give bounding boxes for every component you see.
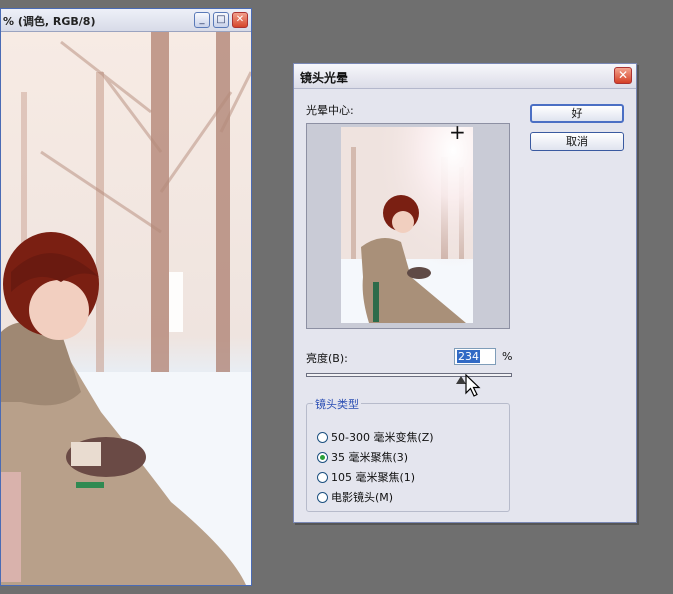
lens-option-label: 电影镜头(M) — [331, 491, 394, 504]
document-canvas-photo[interactable] — [1, 32, 251, 585]
radio-button-checked[interactable] — [317, 452, 328, 463]
brightness-unit: % — [502, 350, 513, 363]
lens-option-105mm-prime[interactable]: 105 毫米聚焦(1) — [317, 469, 415, 485]
cancel-button[interactable]: 取消 — [530, 132, 624, 151]
dialog-titlebar[interactable]: 镜头光晕 ✕ — [294, 64, 636, 89]
document-titlebar[interactable]: % (调色, RGB/8) _ □ ✕ — [1, 9, 251, 32]
close-button[interactable]: ✕ — [232, 12, 248, 28]
minimize-button[interactable]: _ — [194, 12, 210, 28]
flare-preview[interactable]: + — [306, 120, 510, 329]
lens-option-label: 50-300 毫米变焦(Z) — [331, 431, 434, 444]
document-title: % (调色, RGB/8) — [3, 15, 96, 28]
photo-girl-in-snow — [1, 32, 251, 585]
preview-photo — [341, 127, 473, 323]
radio-button[interactable] — [317, 432, 328, 443]
radio-button[interactable] — [317, 492, 328, 503]
lens-flare-dialog: 镜头光晕 ✕ 光晕中心: + 好 取消 亮度(B): 234 % 镜头类型 50… — [293, 63, 637, 523]
maximize-button[interactable]: □ — [213, 12, 229, 28]
brightness-input[interactable]: 234 — [454, 348, 496, 365]
lens-option-label: 35 毫米聚焦(3) — [331, 451, 409, 464]
lens-option-35mm-prime[interactable]: 35 毫米聚焦(3) — [317, 449, 408, 465]
lens-option-50-300-zoom[interactable]: 50-300 毫米变焦(Z) — [317, 429, 434, 445]
lens-option-movie-prime[interactable]: 电影镜头(M) — [317, 489, 393, 505]
flare-center-crosshair[interactable]: + — [449, 120, 466, 144]
mouse-pointer-icon — [465, 374, 481, 397]
dialog-close-button[interactable]: ✕ — [614, 67, 632, 84]
ok-button[interactable]: 好 — [530, 104, 624, 123]
flare-center-label: 光晕中心: — [306, 104, 354, 117]
brightness-value: 234 — [457, 350, 480, 363]
lens-type-group: 镜头类型 50-300 毫米变焦(Z) 35 毫米聚焦(3) 105 毫米聚焦(… — [306, 396, 510, 512]
preview-image[interactable] — [341, 127, 473, 323]
brightness-label: 亮度(B): — [306, 352, 348, 365]
document-window: % (调色, RGB/8) _ □ ✕ — [0, 8, 252, 586]
brightness-slider[interactable] — [306, 373, 512, 377]
lens-type-title: 镜头类型 — [313, 396, 361, 412]
dialog-title: 镜头光晕 — [300, 71, 349, 85]
lens-option-label: 105 毫米聚焦(1) — [331, 471, 416, 484]
radio-button[interactable] — [317, 472, 328, 483]
